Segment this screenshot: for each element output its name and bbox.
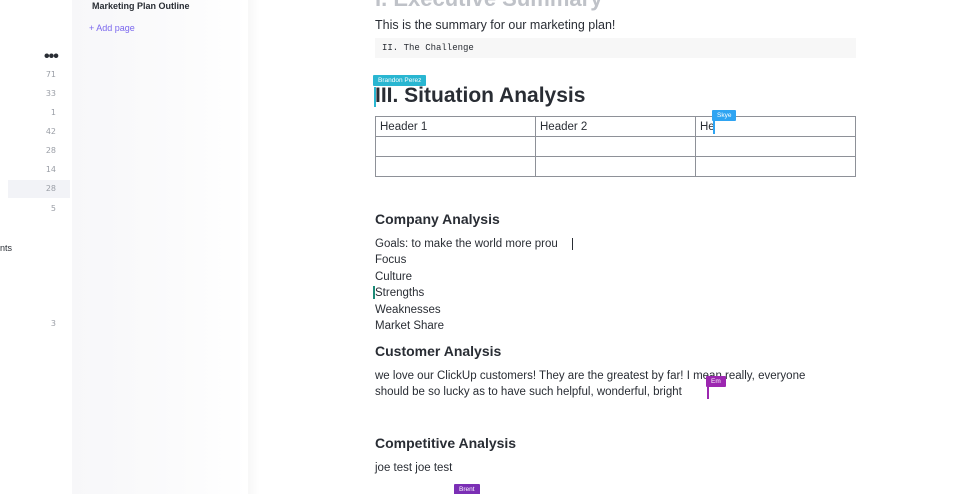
item-count: 14 [45,165,56,174]
previous-heading: I. Executive Summary [375,0,602,12]
pane-divider [248,0,260,494]
section-heading[interactable]: Company Analysis [375,211,500,227]
item-count: 33 [45,89,56,98]
table-cell[interactable] [535,156,696,177]
table-cell[interactable] [375,136,536,157]
nav-row[interactable]: 42 [8,123,70,141]
collaborator-cursor-label: Skye [712,110,737,121]
nav-row[interactable]: 71 [8,66,70,84]
left-rail: ••• 71 33 1 42 28 14 28 5 nts 3 [0,0,72,494]
collaborator-caret [707,385,709,399]
section-heading[interactable]: III. Situation Analysis [375,84,585,108]
table-cell[interactable] [695,136,856,157]
nav-row-active[interactable]: 28 [8,180,70,198]
item-count: 28 [45,146,56,155]
summary-paragraph[interactable]: This is the summary for our marketing pl… [375,18,615,32]
table-cell[interactable] [375,156,536,177]
table-header-cell[interactable]: Header 2 [535,116,696,137]
paragraph-line[interactable]: should be so lucky as to have such helpf… [375,384,682,401]
paragraph-line[interactable]: we love our ClickUp customers! They are … [375,368,805,385]
section-heading[interactable]: Customer Analysis [375,343,501,359]
table-cell[interactable] [695,156,856,177]
table-header-cell[interactable]: Header 1 [375,116,536,137]
paragraph-line[interactable]: joe test joe test [375,460,452,477]
table-row [375,136,856,157]
nav-row[interactable]: 33 [8,85,70,103]
page-tree-pane: Marketing Plan Outline + Add page [72,0,248,494]
item-count: 3 [50,319,56,328]
nav-row[interactable]: 5 [8,200,70,218]
item-count: 1 [50,108,56,117]
nav-section-label[interactable]: nts [0,243,12,253]
nav-row[interactable]: 28 [8,142,70,160]
nav-row[interactable]: 1 [8,104,70,122]
nav-row[interactable]: 14 [8,161,70,179]
text-caret [572,238,573,250]
item-count: 42 [45,127,56,136]
collaborator-cursor-label: Brent [454,484,480,494]
add-page-button[interactable]: + Add page [89,23,135,33]
code-block[interactable]: II. The Challenge [375,38,856,58]
paragraph-line[interactable]: Strengths [375,285,424,302]
nav-row[interactable]: 3 [8,315,70,333]
table-cell[interactable] [535,136,696,157]
paragraph-line[interactable]: Weaknesses [375,302,441,319]
table-row: Header 1 Header 2 He [375,116,856,137]
item-count: 28 [45,184,56,193]
paragraph-line[interactable]: Goals: to make the world more prou [375,236,558,253]
item-count: 5 [50,204,56,213]
table-row [375,156,856,177]
paragraph-line[interactable]: Focus [375,252,406,269]
paragraph-line[interactable]: Market Share [375,318,444,335]
item-count: 71 [45,70,56,79]
paragraph-line[interactable]: Culture [375,269,412,286]
content-table[interactable]: Header 1 Header 2 He [375,116,856,177]
collaborator-cursor-label: Em [706,376,726,387]
collaborator-caret [713,119,715,134]
more-horizontal-icon[interactable]: ••• [44,48,59,66]
doc-title[interactable]: Marketing Plan Outline [92,1,190,11]
section-heading[interactable]: Competitive Analysis [375,435,516,451]
